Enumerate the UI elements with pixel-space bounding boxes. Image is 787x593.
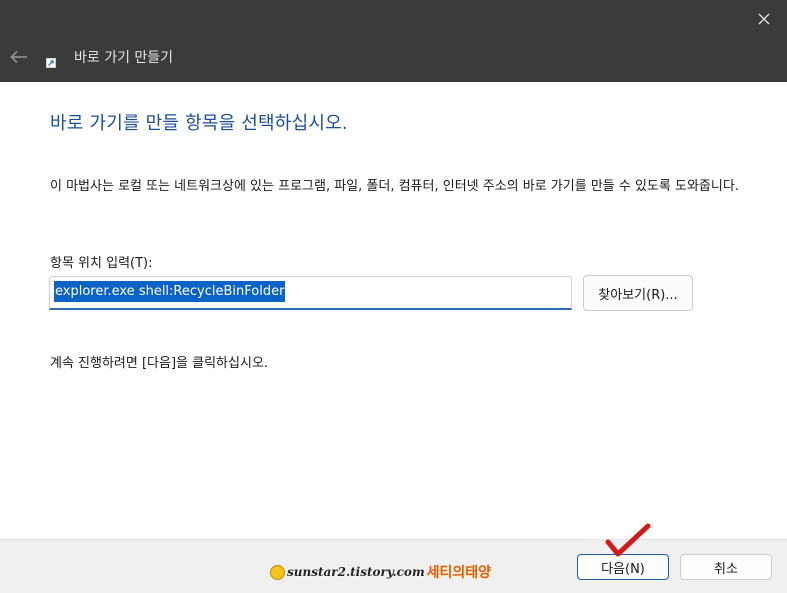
browse-button[interactable]: 찾아보기(R)... bbox=[583, 275, 693, 311]
location-input[interactable]: explorer.exe shell:RecycleBinFolder bbox=[49, 276, 572, 310]
create-shortcut-window: 바로 가기 만들기 바로 가기를 만들 항목을 선택하십시오. 이 마법사는 로… bbox=[0, 0, 787, 593]
wizard-heading: 바로 가기를 만들 항목을 선택하십시오. bbox=[50, 113, 348, 134]
wizard-description: 이 마법사는 로컬 또는 네트워크상에 있는 프로그램, 파일, 폴더, 컴퓨터… bbox=[50, 179, 739, 194]
watermark-url: sunstar2.tistory.com bbox=[287, 565, 425, 579]
smiley-icon bbox=[270, 564, 285, 580]
back-button[interactable] bbox=[4, 40, 34, 74]
watermark-name: 세티의태양 bbox=[426, 565, 492, 581]
cancel-button[interactable]: 취소 bbox=[680, 554, 772, 580]
location-field-label: 항목 위치 입력(T): bbox=[50, 256, 153, 271]
shortcut-arrow-icon bbox=[46, 58, 56, 68]
back-arrow-icon bbox=[10, 50, 27, 64]
wizard-footer: sunstar2.tistory.com 세티의태양 다음(N) 취소 bbox=[0, 539, 787, 593]
continue-instruction: 계속 진행하려면 [다음]을 클릭하십시오. bbox=[50, 356, 269, 371]
red-check-icon bbox=[605, 523, 651, 557]
window-title: 바로 가기 만들기 bbox=[74, 50, 174, 66]
close-button[interactable] bbox=[741, 0, 787, 38]
location-input-value: explorer.exe shell:RecycleBinFolder bbox=[54, 281, 286, 302]
watermark: sunstar2.tistory.com 세티의태양 bbox=[270, 562, 491, 582]
title-bar: 바로 가기 만들기 bbox=[0, 0, 787, 82]
wizard-content: 바로 가기를 만들 항목을 선택하십시오. 이 마법사는 로컬 또는 네트워크상… bbox=[0, 82, 787, 539]
close-icon bbox=[758, 13, 770, 25]
